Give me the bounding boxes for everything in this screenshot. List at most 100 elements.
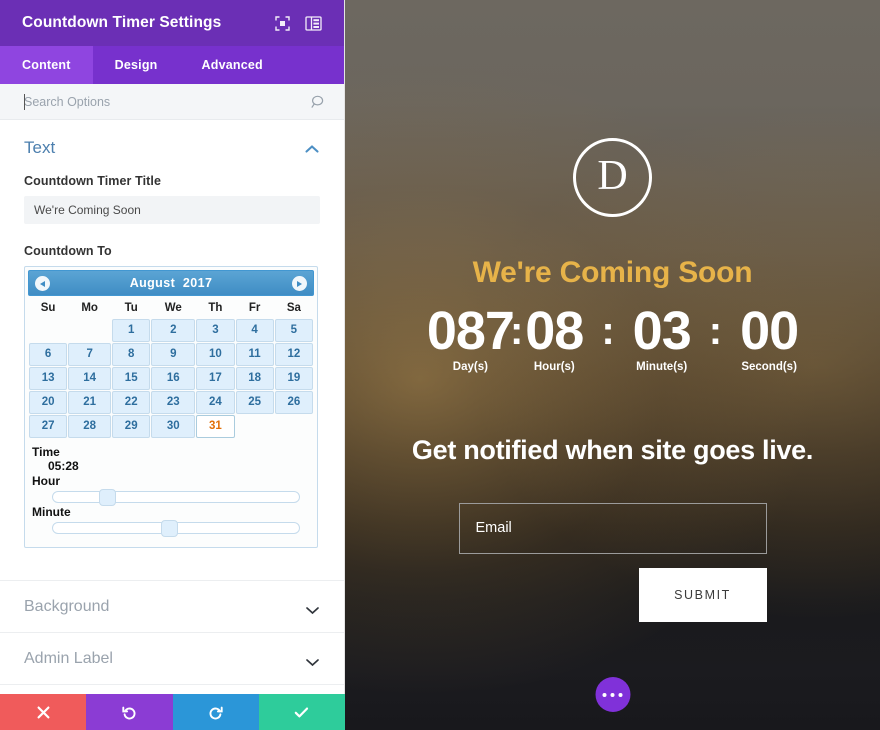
- countdown-timer-settings-app: Countdown Timer Settings Content Design …: [0, 0, 880, 730]
- datepicker-day-15[interactable]: 15: [112, 367, 151, 390]
- submit-button[interactable]: SUBMIT: [638, 567, 767, 622]
- datepicker-day-31[interactable]: 31: [196, 415, 235, 438]
- datepicker-weekday: Th: [208, 302, 223, 314]
- tab-content[interactable]: Content: [0, 46, 93, 84]
- hour-slider-handle[interactable]: [99, 489, 117, 506]
- datepicker-week-row: 6 7 8 9 10 11 12: [29, 343, 313, 366]
- datepicker-day-25[interactable]: 25: [235, 391, 274, 414]
- datepicker-day-26[interactable]: 26: [274, 391, 313, 414]
- time-label: Time: [32, 445, 60, 459]
- datepicker-day-18[interactable]: 18: [235, 367, 274, 390]
- page-title: Countdown Timer Settings: [22, 14, 222, 31]
- datepicker-day-2[interactable]: 2: [151, 319, 196, 342]
- undo-icon: [122, 705, 137, 720]
- datepicker-weekday: Tu: [124, 302, 138, 314]
- datepicker-day-10[interactable]: 10: [196, 343, 235, 366]
- logo-letter: D: [597, 153, 628, 199]
- datepicker-day-27[interactable]: 27: [29, 415, 68, 438]
- text-section: Text Countdown Timer Title Countdown To: [0, 120, 344, 558]
- datepicker-day-7[interactable]: 7: [68, 343, 112, 366]
- countdown-timer: 087 Day(s) : 08 Hour(s) : 03 Minute(s) :…: [345, 301, 880, 373]
- settings-body: Text Countdown Timer Title Countdown To: [0, 120, 344, 730]
- datepicker-weekday: Su: [40, 302, 56, 314]
- datepicker-weekday-row: Su Mo Tu We Th Fr Sa: [29, 297, 313, 318]
- countdown-minutes: 03 Minute(s): [632, 301, 692, 373]
- datepicker-day-19[interactable]: 19: [274, 367, 313, 390]
- layout-columns-icon[interactable]: [305, 15, 322, 32]
- ellipsis-icon: [602, 692, 607, 697]
- chevron-left-icon[interactable]: [35, 276, 50, 291]
- datepicker-day-14[interactable]: 14: [68, 367, 112, 390]
- search-bar: [0, 84, 344, 120]
- datepicker-day-8[interactable]: 8: [112, 343, 151, 366]
- datepicker-day-20[interactable]: 20: [29, 391, 68, 414]
- countdown-seconds: 00 Second(s): [740, 304, 799, 373]
- datepicker-day-12[interactable]: 12: [274, 343, 313, 366]
- datepicker-day-24[interactable]: 24: [196, 391, 235, 414]
- datepicker-day-30[interactable]: 30: [151, 415, 196, 438]
- more-options-fab[interactable]: [595, 677, 630, 712]
- panel-header: Countdown Timer Settings: [0, 0, 344, 46]
- datepicker-day-13[interactable]: 13: [29, 367, 68, 390]
- search-caret: [24, 94, 25, 110]
- countdown-separator: :: [509, 309, 524, 353]
- save-button[interactable]: [258, 694, 345, 730]
- chevron-right-icon[interactable]: [292, 276, 307, 291]
- text-section-header[interactable]: Text: [24, 138, 320, 158]
- tab-advanced[interactable]: Advanced: [180, 46, 285, 84]
- datepicker-day-17[interactable]: 17: [196, 367, 235, 390]
- countdown-hours-label: Hour(s): [533, 360, 575, 373]
- datepicker-day-4[interactable]: 4: [235, 319, 274, 342]
- datepicker-day-3[interactable]: 3: [196, 319, 235, 342]
- countdown-hours: 08 Hour(s): [525, 301, 584, 373]
- logo: D: [573, 138, 652, 217]
- datepicker-day-29[interactable]: 29: [112, 415, 151, 438]
- datepicker-day-21[interactable]: 21: [68, 391, 112, 414]
- close-icon: [37, 706, 50, 719]
- datepicker-day-9[interactable]: 9: [151, 343, 196, 366]
- datepicker-day-28[interactable]: 28: [68, 415, 112, 438]
- fullscreen-icon[interactable]: [274, 15, 291, 32]
- search-icon[interactable]: [310, 94, 326, 110]
- minute-label: Minute: [32, 505, 71, 519]
- datepicker-day-11[interactable]: 11: [235, 343, 274, 366]
- chevron-down-icon[interactable]: [305, 654, 320, 666]
- datepicker-day-22[interactable]: 22: [112, 391, 151, 414]
- chevron-down-icon[interactable]: [305, 602, 320, 614]
- datepicker-time: Time 05:28 Hour Minute: [28, 439, 314, 544]
- email-field[interactable]: [458, 502, 767, 554]
- countdown-title-input[interactable]: [24, 196, 320, 224]
- datepicker-month: August: [129, 276, 176, 290]
- tab-design[interactable]: Design: [93, 46, 180, 84]
- undo-button[interactable]: [86, 694, 173, 730]
- countdown-days-value: 087: [426, 301, 515, 361]
- countdown-seconds-label: Second(s): [741, 360, 797, 373]
- datepicker-day-6[interactable]: 6: [29, 343, 68, 366]
- datepicker-weekday: Mo: [81, 302, 98, 314]
- preview-headline: We're Coming Soon: [472, 256, 753, 289]
- datepicker-weekday: Sa: [286, 302, 301, 314]
- minute-slider[interactable]: [52, 520, 300, 537]
- datepicker-day-23[interactable]: 23: [151, 391, 196, 414]
- time-value: 05:28: [48, 459, 79, 473]
- datepicker-day-1[interactable]: 1: [112, 319, 151, 342]
- countdown-to-label: Countdown To: [24, 244, 112, 258]
- accordion-admin-label[interactable]: Admin Label: [0, 632, 344, 684]
- minute-slider-handle[interactable]: [160, 520, 178, 537]
- countdown-hours-value: 08: [525, 301, 584, 361]
- redo-button[interactable]: [172, 694, 259, 730]
- datepicker-empty-cell: [29, 319, 67, 342]
- datepicker-day-5[interactable]: 5: [274, 319, 313, 342]
- accordion-background[interactable]: Background: [0, 580, 344, 632]
- datepicker-week-row: 12345: [29, 319, 313, 342]
- datepicker-day-16[interactable]: 16: [151, 367, 196, 390]
- datepicker-week-row: 13 14 15 16 17 18 19: [29, 367, 313, 390]
- close-button[interactable]: [0, 694, 87, 730]
- datepicker-year: 2017: [182, 276, 213, 290]
- section-title: Text: [24, 138, 56, 157]
- settings-tabs: Content Design Advanced: [0, 46, 344, 84]
- chevron-up-icon[interactable]: [304, 142, 320, 154]
- countdown-minutes-value: 03: [632, 301, 692, 361]
- search-input[interactable]: [24, 94, 310, 109]
- hour-slider[interactable]: [52, 489, 300, 506]
